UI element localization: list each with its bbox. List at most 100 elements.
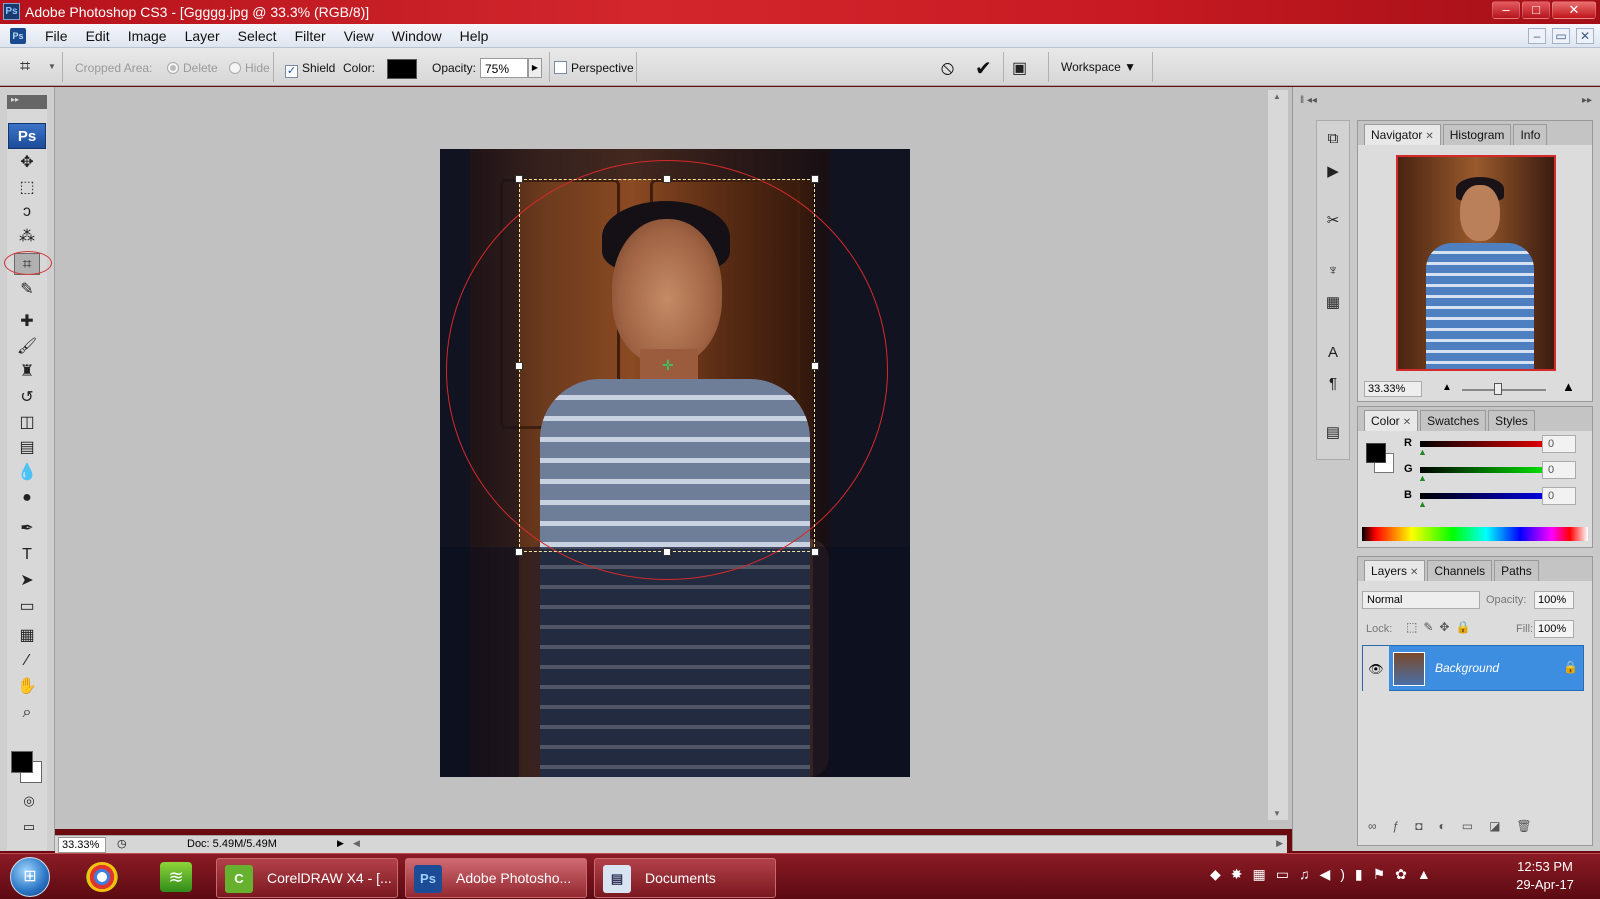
lasso-tool-icon[interactable]: ↄ [14,201,40,223]
crop-handle-top-left[interactable] [515,175,523,183]
lock-options-icons[interactable]: ⬚✎✥🔒 [1406,620,1476,634]
status-menu-arrow-icon[interactable]: ▶ [337,838,344,849]
zoom-tool-icon[interactable]: ⌕ [14,702,40,724]
menu-file[interactable]: File [36,28,77,44]
brush-tool-icon[interactable]: 🖌 [14,336,40,358]
scroll-down-icon[interactable]: ▼ [1273,809,1281,818]
blend-mode-select[interactable]: Normal [1362,591,1480,609]
green-slider[interactable] [1420,467,1562,473]
doc-restore-button[interactable]: ▭ [1552,28,1570,44]
tab-color[interactable]: Color ✕ [1364,410,1419,431]
toolbox-collapse-icon[interactable]: ▸▸ [7,95,47,109]
close-icon[interactable]: ✕ [1425,131,1433,142]
navigator-zoom-knob[interactable] [1494,383,1502,395]
type-tool-icon[interactable]: T [14,544,40,566]
dodge-tool-icon[interactable]: ● [14,487,40,509]
history-panel-icon[interactable]: ⧉ [1322,128,1344,150]
close-icon[interactable]: ✕ [1410,567,1418,578]
vertical-scrollbar[interactable]: ▲ ▼ [1268,90,1288,820]
marquee-tool-icon[interactable]: ⬚ [14,177,40,199]
shield-checkbox[interactable]: ✓ Shield [285,61,335,78]
color-panel-foreground-swatch[interactable] [1366,443,1386,463]
tab-navigator[interactable]: Navigator ✕ [1364,124,1441,145]
doc-minimize-button[interactable]: – [1528,28,1546,44]
pen-tool-icon[interactable]: ✒ [14,518,40,540]
crop-handle-bottom[interactable] [663,548,671,556]
tab-swatches[interactable]: Swatches [1420,410,1487,431]
color-spectrum-ramp[interactable] [1362,527,1588,541]
move-tool-icon[interactable]: ✥ [14,152,40,174]
tab-layers[interactable]: Layers ✕ [1364,560,1426,581]
chevron-down-icon[interactable]: ▼ [48,62,56,71]
red-value[interactable]: 0 [1542,435,1576,453]
eye-icon[interactable]: 👁 [1363,646,1389,692]
menu-select[interactable]: Select [229,28,286,44]
delete-radio[interactable]: Delete [167,61,218,75]
paragraph-panel-icon[interactable]: ¶ [1322,373,1344,395]
navigator-zoom-field[interactable]: 33.33% [1364,381,1422,397]
dock-expand-icon[interactable]: ▸▸ [1582,95,1592,106]
clock[interactable]: 12:53 PM 29-Apr-17 [1500,858,1590,894]
crop-icon[interactable]: ⌗ [20,56,44,78]
menu-edit[interactable]: Edit [77,28,119,44]
tab-styles[interactable]: Styles [1488,410,1535,431]
palette-well-icon[interactable]: ▣ [1012,58,1038,78]
menu-window[interactable]: Window [383,28,451,44]
crop-handle-bottom-right[interactable] [811,548,819,556]
doc-close-button[interactable]: ✕ [1576,28,1594,44]
blue-slider[interactable] [1420,493,1562,499]
blue-slider-thumb-icon[interactable]: ▲ [1418,499,1427,509]
layer-opacity-field[interactable]: 100% [1534,591,1574,609]
zoom-field[interactable]: 33.33% [58,837,106,853]
scroll-up-icon[interactable]: ▲ [1273,92,1281,101]
perspective-checkbox[interactable]: Perspective [554,61,634,75]
navigator-thumbnail[interactable] [1396,155,1556,371]
eyedropper-tool-icon[interactable]: ⁄ [14,650,40,672]
history-brush-tool-icon[interactable]: ↺ [14,387,40,409]
slice-tool-icon[interactable]: ✎ [14,279,40,301]
layer-comps-icon[interactable]: ▤ [1322,422,1344,444]
zoom-out-icon[interactable]: ▲ [1442,382,1452,393]
clone-stamp-tool-icon[interactable]: ♜ [14,361,40,383]
foreground-color-swatch[interactable] [11,751,33,773]
menu-image[interactable]: Image [119,28,176,44]
blue-value[interactable]: 0 [1542,487,1576,505]
taskbar-photoshop[interactable]: Ps Adobe Photosho... [405,858,587,898]
photoshop-badge[interactable]: Ps [8,123,46,149]
crop-center-icon[interactable]: ✛ [662,358,674,372]
tab-channels[interactable]: Channels [1427,560,1493,581]
scroll-right-icon[interactable]: ▶ [1276,838,1283,849]
layer-row-background[interactable]: 👁 Background 🔒 [1362,645,1584,692]
tab-info[interactable]: Info [1513,124,1548,145]
opacity-field[interactable]: 75% [480,58,528,78]
quick-mask-icon[interactable]: ◎ [16,790,42,812]
layers-footer-icons[interactable]: ∞ƒ◘◐▭◪🗑 [1368,819,1548,833]
crop-handle-top[interactable] [663,175,671,183]
cancel-crop-icon[interactable]: ⦸ [941,58,961,78]
hide-radio[interactable]: Hide [229,61,270,75]
screen-mode-icon[interactable]: ▭ [16,816,42,838]
actions-panel-icon[interactable]: ▶ [1322,161,1344,183]
eraser-tool-icon[interactable]: ◫ [14,412,40,434]
workspace-button[interactable]: Workspace ▼ [1055,57,1153,79]
crop-handle-right[interactable] [811,362,819,370]
close-button[interactable]: ✕ [1552,1,1596,19]
magic-wand-tool-icon[interactable]: ⁂ [14,226,40,248]
red-slider[interactable] [1420,441,1562,447]
scroll-left-icon[interactable]: ◀ [353,838,360,849]
taskbar-documents[interactable]: ▤ Documents [594,858,776,898]
maximize-button[interactable]: □ [1522,1,1550,19]
bluestacks-icon[interactable]: ≋ [160,862,192,892]
path-selection-tool-icon[interactable]: ➤ [14,570,40,592]
navigator-zoom-slider[interactable] [1462,389,1546,391]
notes-tool-icon[interactable]: ▦ [14,625,40,647]
blur-tool-icon[interactable]: 💧 [14,462,40,484]
menu-view[interactable]: View [335,28,383,44]
fill-field[interactable]: 100% [1534,620,1574,638]
hand-tool-icon[interactable]: ✋ [14,676,40,698]
menu-filter[interactable]: Filter [286,28,335,44]
opacity-slider-arrow-icon[interactable]: ▶ [528,58,542,78]
close-icon[interactable]: ✕ [1403,417,1411,428]
healing-brush-tool-icon[interactable]: ✚ [14,311,40,333]
rectangle-tool-icon[interactable]: ▭ [14,596,40,618]
